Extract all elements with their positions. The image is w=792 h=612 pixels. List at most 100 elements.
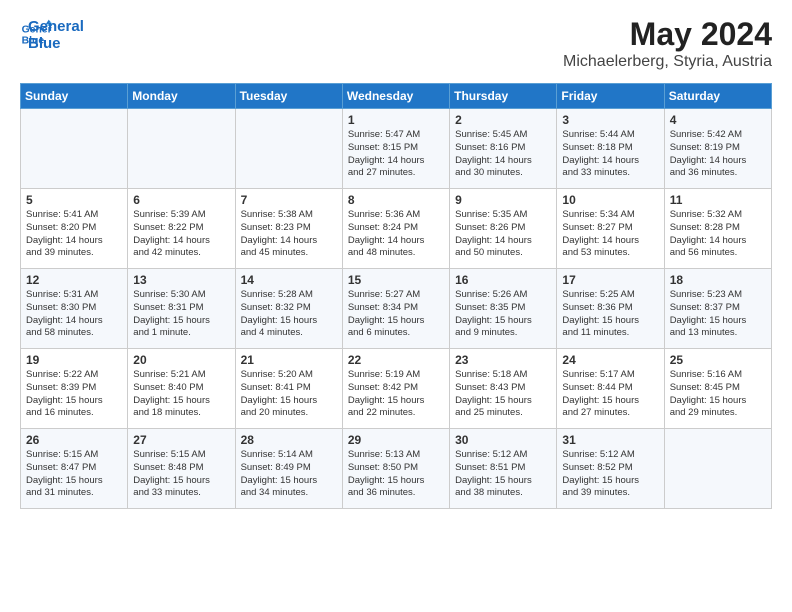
calendar-cell: 5 Sunrise: 5:41 AM Sunset: 8:20 PM Daylig… [21, 189, 128, 269]
calendar-cell: 27Sunrise: 5:15 AM Sunset: 8:48 PM Dayli… [128, 429, 235, 509]
calendar-cell: 9 Sunrise: 5:35 AM Sunset: 8:26 PM Daylig… [450, 189, 557, 269]
day-info: Sunrise: 5:31 AM Sunset: 8:30 PM Dayligh… [26, 289, 123, 340]
calendar-cell: 19 Sunrise: 5:22 AM Sunset: 8:39 PM Dayli… [21, 349, 128, 429]
col-header-thursday: Thursday [450, 84, 557, 109]
header: General Blue General Blue May 2024 Micha… [20, 16, 772, 71]
calendar-cell: 20 Sunrise: 5:21 AM Sunset: 8:40 PM Dayli… [128, 349, 235, 429]
calendar-cell: 8Sunrise: 5:36 AM Sunset: 8:24 PM Daylig… [342, 189, 449, 269]
day-number: 3 [562, 113, 659, 127]
day-info: Sunrise: 5:19 AM Sunset: 8:42 PM Dayligh… [348, 369, 445, 420]
day-info: Sunrise: 5:23 AM Sunset: 8:37 PM Dayligh… [670, 289, 767, 340]
day-info: Sunrise: 5:13 AM Sunset: 8:50 PM Dayligh… [348, 449, 445, 500]
calendar-cell: 28 Sunrise: 5:14 AM Sunset: 8:49 PM Dayli… [235, 429, 342, 509]
day-info: Sunrise: 5:22 AM Sunset: 8:39 PM Dayligh… [26, 369, 123, 420]
calendar-cell: 26Sunrise: 5:15 AM Sunset: 8:47 PM Dayli… [21, 429, 128, 509]
day-number: 11 [670, 193, 767, 207]
week-row-4: 19 Sunrise: 5:22 AM Sunset: 8:39 PM Dayli… [21, 349, 772, 429]
calendar-cell: 22 Sunrise: 5:19 AM Sunset: 8:42 PM Dayli… [342, 349, 449, 429]
day-info: Sunrise: 5:32 AM Sunset: 8:28 PM Dayligh… [670, 209, 767, 260]
day-info: Sunrise: 5:41 AM Sunset: 8:20 PM Dayligh… [26, 209, 123, 260]
day-number: 13 [133, 273, 230, 287]
calendar-cell [128, 109, 235, 189]
day-number: 27 [133, 433, 230, 447]
week-row-1: 1 Sunrise: 5:47 AM Sunset: 8:15 PM Daylig… [21, 109, 772, 189]
calendar-cell: 25 Sunrise: 5:16 AM Sunset: 8:45 PM Dayli… [664, 349, 771, 429]
calendar-cell: 3 Sunrise: 5:44 AM Sunset: 8:18 PM Daylig… [557, 109, 664, 189]
day-info: Sunrise: 5:21 AM Sunset: 8:40 PM Dayligh… [133, 369, 230, 420]
day-info: Sunrise: 5:34 AM Sunset: 8:27 PM Dayligh… [562, 209, 659, 260]
day-info: Sunrise: 5:35 AM Sunset: 8:26 PM Dayligh… [455, 209, 552, 260]
col-header-wednesday: Wednesday [342, 84, 449, 109]
day-number: 30 [455, 433, 552, 447]
day-number: 29 [348, 433, 445, 447]
day-number: 19 [26, 353, 123, 367]
day-info: Sunrise: 5:30 AM Sunset: 8:31 PM Dayligh… [133, 289, 230, 340]
header-row: SundayMondayTuesdayWednesdayThursdayFrid… [21, 84, 772, 109]
calendar-cell: 4 Sunrise: 5:42 AM Sunset: 8:19 PM Daylig… [664, 109, 771, 189]
day-info: Sunrise: 5:18 AM Sunset: 8:43 PM Dayligh… [455, 369, 552, 420]
day-number: 8 [348, 193, 445, 207]
logo-line1: General [28, 18, 84, 35]
page: General Blue General Blue May 2024 Micha… [0, 0, 792, 612]
calendar-cell: 13 Sunrise: 5:30 AM Sunset: 8:31 PM Dayli… [128, 269, 235, 349]
day-number: 6 [133, 193, 230, 207]
day-info: Sunrise: 5:44 AM Sunset: 8:18 PM Dayligh… [562, 129, 659, 180]
day-number: 25 [670, 353, 767, 367]
day-number: 21 [241, 353, 338, 367]
day-number: 1 [348, 113, 445, 127]
day-number: 24 [562, 353, 659, 367]
day-info: Sunrise: 5:12 AM Sunset: 8:51 PM Dayligh… [455, 449, 552, 500]
main-title: May 2024 [563, 16, 772, 53]
calendar-cell: 14Sunrise: 5:28 AM Sunset: 8:32 PM Dayli… [235, 269, 342, 349]
day-number: 31 [562, 433, 659, 447]
day-number: 2 [455, 113, 552, 127]
calendar-cell [21, 109, 128, 189]
day-info: Sunrise: 5:25 AM Sunset: 8:36 PM Dayligh… [562, 289, 659, 340]
calendar-cell: 11 Sunrise: 5:32 AM Sunset: 8:28 PM Dayli… [664, 189, 771, 269]
col-header-friday: Friday [557, 84, 664, 109]
calendar-cell: 12Sunrise: 5:31 AM Sunset: 8:30 PM Dayli… [21, 269, 128, 349]
day-number: 20 [133, 353, 230, 367]
calendar-cell: 23 Sunrise: 5:18 AM Sunset: 8:43 PM Dayli… [450, 349, 557, 429]
day-info: Sunrise: 5:20 AM Sunset: 8:41 PM Dayligh… [241, 369, 338, 420]
week-row-5: 26Sunrise: 5:15 AM Sunset: 8:47 PM Dayli… [21, 429, 772, 509]
col-header-sunday: Sunday [21, 84, 128, 109]
calendar-cell [235, 109, 342, 189]
day-number: 23 [455, 353, 552, 367]
calendar-cell: 6Sunrise: 5:39 AM Sunset: 8:22 PM Daylig… [128, 189, 235, 269]
day-info: Sunrise: 5:38 AM Sunset: 8:23 PM Dayligh… [241, 209, 338, 260]
day-info: Sunrise: 5:45 AM Sunset: 8:16 PM Dayligh… [455, 129, 552, 180]
day-number: 4 [670, 113, 767, 127]
day-number: 26 [26, 433, 123, 447]
day-number: 28 [241, 433, 338, 447]
day-number: 17 [562, 273, 659, 287]
week-row-2: 5 Sunrise: 5:41 AM Sunset: 8:20 PM Daylig… [21, 189, 772, 269]
day-info: Sunrise: 5:14 AM Sunset: 8:49 PM Dayligh… [241, 449, 338, 500]
title-section: May 2024 Michaelerberg, Styria, Austria [563, 16, 772, 71]
day-info: Sunrise: 5:47 AM Sunset: 8:15 PM Dayligh… [348, 129, 445, 180]
col-header-saturday: Saturday [664, 84, 771, 109]
calendar-cell: 15Sunrise: 5:27 AM Sunset: 8:34 PM Dayli… [342, 269, 449, 349]
day-number: 9 [455, 193, 552, 207]
calendar-cell: 30 Sunrise: 5:12 AM Sunset: 8:51 PM Dayli… [450, 429, 557, 509]
calendar-cell: 31Sunrise: 5:12 AM Sunset: 8:52 PM Dayli… [557, 429, 664, 509]
day-number: 15 [348, 273, 445, 287]
calendar-cell: 21 Sunrise: 5:20 AM Sunset: 8:41 PM Dayli… [235, 349, 342, 429]
calendar-cell: 29 Sunrise: 5:13 AM Sunset: 8:50 PM Dayli… [342, 429, 449, 509]
calendar-cell [664, 429, 771, 509]
calendar-table: SundayMondayTuesdayWednesdayThursdayFrid… [20, 83, 772, 509]
day-number: 16 [455, 273, 552, 287]
day-number: 7 [241, 193, 338, 207]
day-info: Sunrise: 5:16 AM Sunset: 8:45 PM Dayligh… [670, 369, 767, 420]
logo: General Blue General Blue [20, 16, 84, 52]
calendar-cell: 16 Sunrise: 5:26 AM Sunset: 8:35 PM Dayli… [450, 269, 557, 349]
day-number: 22 [348, 353, 445, 367]
calendar-cell: 24Sunrise: 5:17 AM Sunset: 8:44 PM Dayli… [557, 349, 664, 429]
day-info: Sunrise: 5:26 AM Sunset: 8:35 PM Dayligh… [455, 289, 552, 340]
day-number: 18 [670, 273, 767, 287]
calendar-cell: 1 Sunrise: 5:47 AM Sunset: 8:15 PM Daylig… [342, 109, 449, 189]
day-info: Sunrise: 5:42 AM Sunset: 8:19 PM Dayligh… [670, 129, 767, 180]
col-header-tuesday: Tuesday [235, 84, 342, 109]
col-header-monday: Monday [128, 84, 235, 109]
day-number: 5 [26, 193, 123, 207]
